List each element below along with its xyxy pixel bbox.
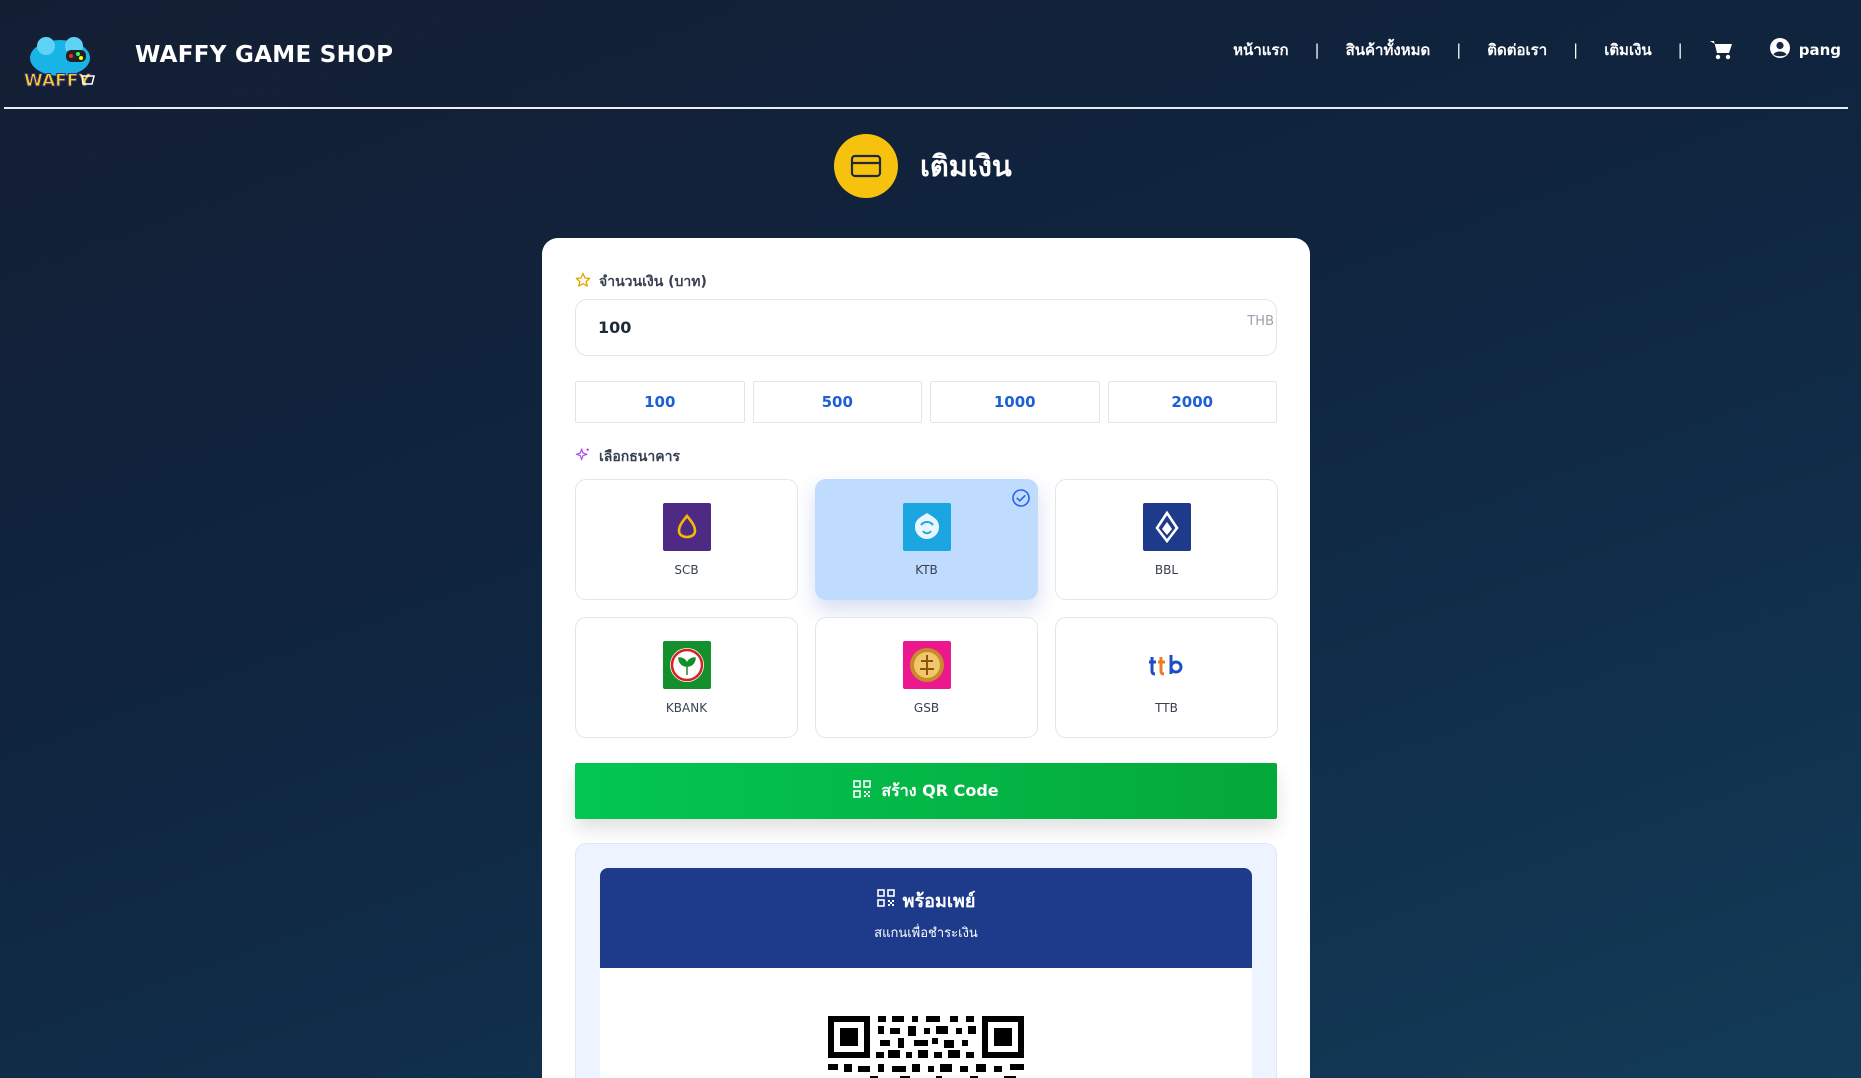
nav-menu: หน้าแรก | สินค้าทั้งหมด | ติดต่อเรา | เต…: [1233, 38, 1841, 62]
check-circle-icon: [1011, 488, 1031, 512]
bank-name: TTB: [1155, 701, 1178, 715]
nav-contact[interactable]: ติดต่อเรา: [1487, 38, 1547, 62]
qr-code-icon: [876, 889, 895, 912]
cart-icon[interactable]: [1709, 39, 1733, 61]
bank-name: KBANK: [665, 701, 708, 715]
qr-code-icon: [853, 780, 872, 802]
sparkle-icon: [575, 447, 591, 467]
user-menu[interactable]: pang: [1769, 37, 1841, 63]
ktb-logo-icon: [902, 503, 951, 551]
brand-name[interactable]: WAFFY GAME SHOP: [135, 42, 393, 68]
nav-home[interactable]: หน้าแรก: [1233, 38, 1288, 62]
bbl-logo-icon: [1142, 503, 1191, 551]
nav-all-products[interactable]: สินค้าทั้งหมด: [1346, 38, 1431, 62]
topup-card: จำนวนเงิน (บาท) THB 100 500 1000 2000 เล…: [542, 238, 1310, 1078]
bank-label-text: เลือกธนาคาร: [599, 449, 680, 465]
bank-name: KTB: [915, 563, 938, 577]
qr-result-panel: พร้อมเพย์ สแกนเพื่อชำระเงิน: [575, 843, 1277, 1078]
amount-label-text: จำนวนเงิน (บาท): [599, 274, 707, 290]
bank-grid: SCB KTB BBL KBANK GSB TTB: [575, 479, 1278, 738]
bank-name: GSB: [913, 701, 940, 715]
currency-suffix: THB: [1247, 314, 1274, 329]
ttb-logo-icon: [1142, 641, 1191, 689]
credit-card-icon: [834, 134, 898, 198]
nav-separator: |: [1677, 41, 1683, 59]
bank-option-ktb[interactable]: KTB: [815, 479, 1038, 600]
amount-input[interactable]: [575, 299, 1277, 356]
promptpay-title: พร้อมเพย์: [902, 891, 976, 912]
kbank-logo-icon: [662, 641, 711, 689]
preset-100-button[interactable]: 100: [575, 381, 745, 423]
page-heading: เติมเงิน: [834, 134, 1012, 198]
star-icon: [575, 272, 591, 292]
bank-name: BBL: [1154, 563, 1179, 577]
top-navbar: WAFFY WAFFY GAME SHOP หน้าแรก | สินค้าทั…: [0, 0, 1861, 109]
header-divider: [4, 107, 1848, 109]
preset-500-button[interactable]: 500: [752, 381, 922, 423]
page-title: เติมเงิน: [920, 149, 1012, 183]
preset-1000-button[interactable]: 1000: [930, 381, 1100, 423]
bank-label: เลือกธนาคาร: [575, 446, 680, 468]
generate-qr-label: สร้าง QR Code: [881, 780, 999, 800]
svg-text:WAFFY: WAFFY: [24, 71, 91, 91]
promptpay-card: พร้อมเพย์ สแกนเพื่อชำระเงิน: [600, 868, 1252, 1078]
bank-option-bbl[interactable]: BBL: [1055, 479, 1278, 600]
nav-separator: |: [1573, 41, 1579, 59]
promptpay-header: พร้อมเพย์ สแกนเพื่อชำระเงิน: [600, 868, 1252, 968]
scb-logo-icon: [662, 503, 711, 551]
qr-code-image: [828, 1016, 1024, 1078]
bank-option-kbank[interactable]: KBANK: [575, 617, 798, 738]
bank-name: SCB: [674, 563, 699, 577]
nav-separator: |: [1456, 41, 1462, 59]
username: pang: [1798, 41, 1841, 59]
promptpay-title-row: พร้อมเพย์: [600, 886, 1252, 915]
bank-option-scb[interactable]: SCB: [575, 479, 798, 600]
promptpay-subtitle: สแกนเพื่อชำระเงิน: [874, 926, 978, 941]
bank-option-gsb[interactable]: GSB: [815, 617, 1038, 738]
amount-label: จำนวนเงิน (บาท): [575, 271, 707, 293]
user-circle-icon: [1769, 37, 1791, 63]
shop-logo[interactable]: WAFFY: [20, 32, 100, 94]
generate-qr-button[interactable]: สร้าง QR Code: [575, 763, 1277, 819]
preset-2000-button[interactable]: 2000: [1107, 381, 1277, 423]
nav-separator: |: [1314, 41, 1320, 59]
nav-topup[interactable]: เติมเงิน: [1604, 38, 1651, 62]
bank-option-ttb[interactable]: TTB: [1055, 617, 1278, 738]
gsb-logo-icon: [902, 641, 951, 689]
amount-presets: 100 500 1000 2000: [575, 381, 1277, 423]
